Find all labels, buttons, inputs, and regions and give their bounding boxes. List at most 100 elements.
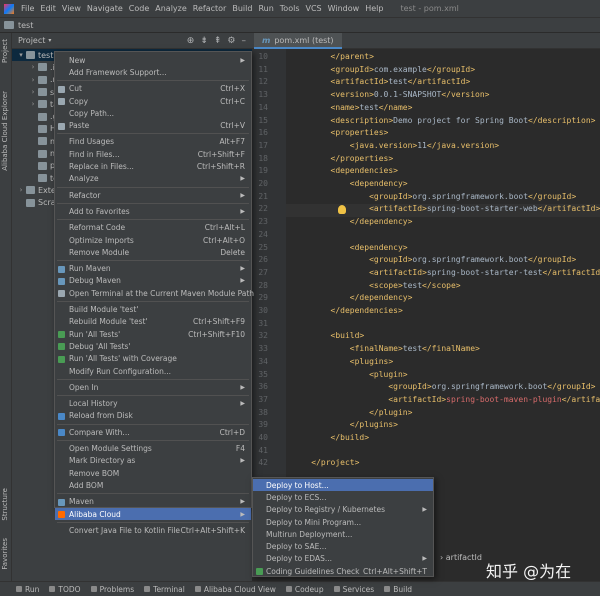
statusbar-alibaba-cloud-view[interactable]: Alibaba Cloud View — [194, 585, 276, 594]
code-line[interactable]: <dependencies> — [292, 166, 398, 175]
expand-arrow-icon[interactable]: › — [28, 100, 38, 108]
menu-item-open-module-settings[interactable]: Open Module Settings F4 — [55, 442, 251, 454]
code-line[interactable]: </project> — [292, 458, 359, 467]
menu-edit[interactable]: Edit — [37, 4, 59, 13]
expand-arrow-icon[interactable]: › — [28, 88, 38, 96]
tab-structure[interactable]: Structure — [1, 488, 9, 521]
code-line[interactable]: <artifactId>test</artifactId> — [292, 77, 471, 86]
code-line[interactable]: </dependency> — [292, 217, 413, 226]
menu-item-modify-run-configuration[interactable]: Modify Run Configuration... — [55, 365, 251, 377]
menu-item-maven[interactable]: Maven ▶ — [55, 496, 251, 508]
menu-item-local-history[interactable]: Local History ▶ — [55, 398, 251, 410]
breadcrumb[interactable]: › artifactId — [440, 553, 482, 562]
menu-item-compare-with[interactable]: Compare With... Ctrl+D — [55, 426, 251, 438]
code-line[interactable]: </parent> — [292, 52, 374, 61]
locate-icon[interactable]: ⊕ — [187, 36, 195, 46]
code-line[interactable]: <artifactId>spring-boot-starter-test</ar… — [292, 268, 600, 277]
code-line[interactable]: <scope>test</scope> — [292, 281, 461, 290]
menu-item-reload-from-disk[interactable]: Reload from Disk — [55, 410, 251, 422]
chevron-down-icon[interactable]: ▾ — [48, 37, 51, 44]
code-line[interactable]: <finalName>test</finalName> — [292, 344, 480, 353]
menu-refactor[interactable]: Refactor — [190, 4, 230, 13]
submenu-item-deploy-to-edas[interactable]: Deploy to EDAS... ▶ — [253, 553, 433, 565]
menu-item-refactor[interactable]: Refactor ▶ — [55, 189, 251, 201]
statusbar-problems[interactable]: Problems — [90, 585, 134, 594]
menu-window[interactable]: Window — [325, 4, 363, 13]
menu-code[interactable]: Code — [126, 4, 152, 13]
code-line[interactable]: <dependency> — [292, 243, 408, 252]
menu-item-convert-java-file-to-kotlin-file[interactable]: Convert Java File to Kotlin File Ctrl+Alt… — [55, 524, 251, 536]
code-line[interactable]: <properties> — [292, 128, 389, 137]
code-line[interactable]: <groupId>com.example</groupId> — [292, 65, 476, 74]
gear-icon[interactable]: ⚙ — [227, 36, 235, 46]
lightbulb-icon[interactable] — [338, 205, 346, 214]
menu-build[interactable]: Build — [229, 4, 255, 13]
menu-item-open-in[interactable]: Open In ▶ — [55, 381, 251, 393]
code-line[interactable]: </dependency> — [292, 293, 413, 302]
hide-icon[interactable]: – — [242, 36, 247, 46]
submenu-item-deploy-to-sae[interactable]: Deploy to SAE... — [253, 541, 433, 553]
menu-tools[interactable]: Tools — [277, 4, 303, 13]
menu-item-analyze[interactable]: Analyze ▶ — [55, 173, 251, 185]
menu-item-cut[interactable]: Cut Ctrl+X — [55, 83, 251, 95]
menu-help[interactable]: Help — [362, 4, 386, 13]
menu-item-debug-maven[interactable]: Debug Maven ▶ — [55, 275, 251, 287]
menu-item-copy[interactable]: Copy Ctrl+C — [55, 95, 251, 107]
expand-arrow-icon[interactable]: › — [28, 63, 38, 71]
code-line[interactable]: </build> — [292, 433, 370, 442]
statusbar-services[interactable]: Services — [333, 585, 374, 594]
project-panel-title[interactable]: Project — [18, 36, 45, 45]
menu-item-build-module-test[interactable]: Build Module 'test' — [55, 303, 251, 315]
code-line[interactable]: <groupId>org.springframework.boot</group… — [292, 192, 576, 201]
statusbar-todo[interactable]: TODO — [49, 585, 81, 594]
tab-favorites[interactable]: Favorites — [1, 538, 9, 570]
expand-arrow-icon[interactable]: ▾ — [16, 51, 26, 59]
code-editor[interactable]: </parent> <groupId>com.example</groupId>… — [286, 49, 600, 549]
menu-item-replace-in-files[interactable]: Replace in Files... Ctrl+Shift+R — [55, 160, 251, 172]
code-line[interactable]: </plugins> — [292, 420, 398, 429]
menu-item-rebuild-module-test[interactable]: Rebuild Module 'test' Ctrl+Shift+F9 — [55, 316, 251, 328]
tab-alibaba-cloud-explorer[interactable]: Alibaba Cloud Explorer — [1, 91, 9, 171]
statusbar-terminal[interactable]: Terminal — [144, 585, 185, 594]
menu-vcs[interactable]: VCS — [303, 4, 325, 13]
menu-item-optimize-imports[interactable]: Optimize Imports Ctrl+Alt+O — [55, 234, 251, 246]
code-line[interactable]: <name>test</name> — [292, 103, 413, 112]
menu-view[interactable]: View — [59, 4, 84, 13]
menu-item-open-terminal-at-the-current-maven-module-path[interactable]: Open Terminal at the Current Maven Modul… — [55, 287, 254, 299]
menu-run[interactable]: Run — [255, 4, 276, 13]
submenu-item-multirun-deployment[interactable]: Multirun Deployment... — [253, 528, 433, 540]
menu-item-copy-path[interactable]: Copy Path... — [55, 107, 251, 119]
menu-item-add-to-favorites[interactable]: Add to Favorites ▶ — [55, 205, 251, 217]
menu-item-debug-all-tests[interactable]: Debug 'All Tests' — [55, 340, 251, 352]
tab-pom-xml[interactable]: m pom.xml (test) — [254, 33, 342, 49]
code-line[interactable]: <dependency> — [292, 179, 408, 188]
menu-item-remove-module[interactable]: Remove Module Delete — [55, 246, 251, 258]
menu-item-run-all-tests[interactable]: Run 'All Tests' Ctrl+Shift+F10 — [55, 328, 251, 340]
menu-item-remove-bom[interactable]: Remove BOM — [55, 467, 251, 479]
code-line[interactable]: <version>0.0.1-SNAPSHOT</version> — [292, 90, 490, 99]
menu-item-mark-directory-as[interactable]: Mark Directory as ▶ — [55, 455, 251, 467]
expand-all-icon[interactable]: ⇞ — [214, 36, 222, 46]
expand-arrow-icon[interactable]: › — [28, 76, 38, 84]
submenu-item-deploy-to-mini-program[interactable]: Deploy to Mini Program... — [253, 516, 433, 528]
code-line[interactable]: </plugin> — [292, 408, 412, 417]
nav-project-name[interactable]: test — [18, 21, 33, 30]
code-line[interactable]: <groupId>org.springframework.boot</group… — [292, 255, 576, 264]
submenu-item-deploy-to-host[interactable]: Deploy to Host... — [253, 479, 433, 492]
submenu-item-deploy-to-ecs[interactable]: Deploy to ECS... — [253, 491, 433, 503]
menu-file[interactable]: File — [18, 4, 37, 13]
statusbar-codeup[interactable]: Codeup — [285, 585, 324, 594]
code-line[interactable]: <artifactId>spring-boot-maven-plugin</ar… — [292, 395, 600, 404]
menu-item-add-bom[interactable]: Add BOM — [55, 479, 251, 491]
menu-item-reformat-code[interactable]: Reformat Code Ctrl+Alt+L — [55, 222, 251, 234]
menu-item-find-usages[interactable]: Find Usages Alt+F7 — [55, 136, 251, 148]
statusbar-build[interactable]: Build — [384, 585, 412, 594]
code-line[interactable]: <plugin> — [292, 370, 408, 379]
code-line[interactable]: <groupId>org.springframework.boot</group… — [292, 382, 595, 391]
menu-item-add-framework-support[interactable]: Add Framework Support... — [55, 66, 251, 78]
menu-item-find-in-files[interactable]: Find in Files... Ctrl+Shift+F — [55, 148, 251, 160]
tab-project[interactable]: Project — [1, 39, 9, 63]
code-line[interactable]: </dependencies> — [292, 306, 403, 315]
code-line[interactable]: <description>Demo project for Spring Boo… — [292, 116, 596, 125]
menu-analyze[interactable]: Analyze — [152, 4, 190, 13]
